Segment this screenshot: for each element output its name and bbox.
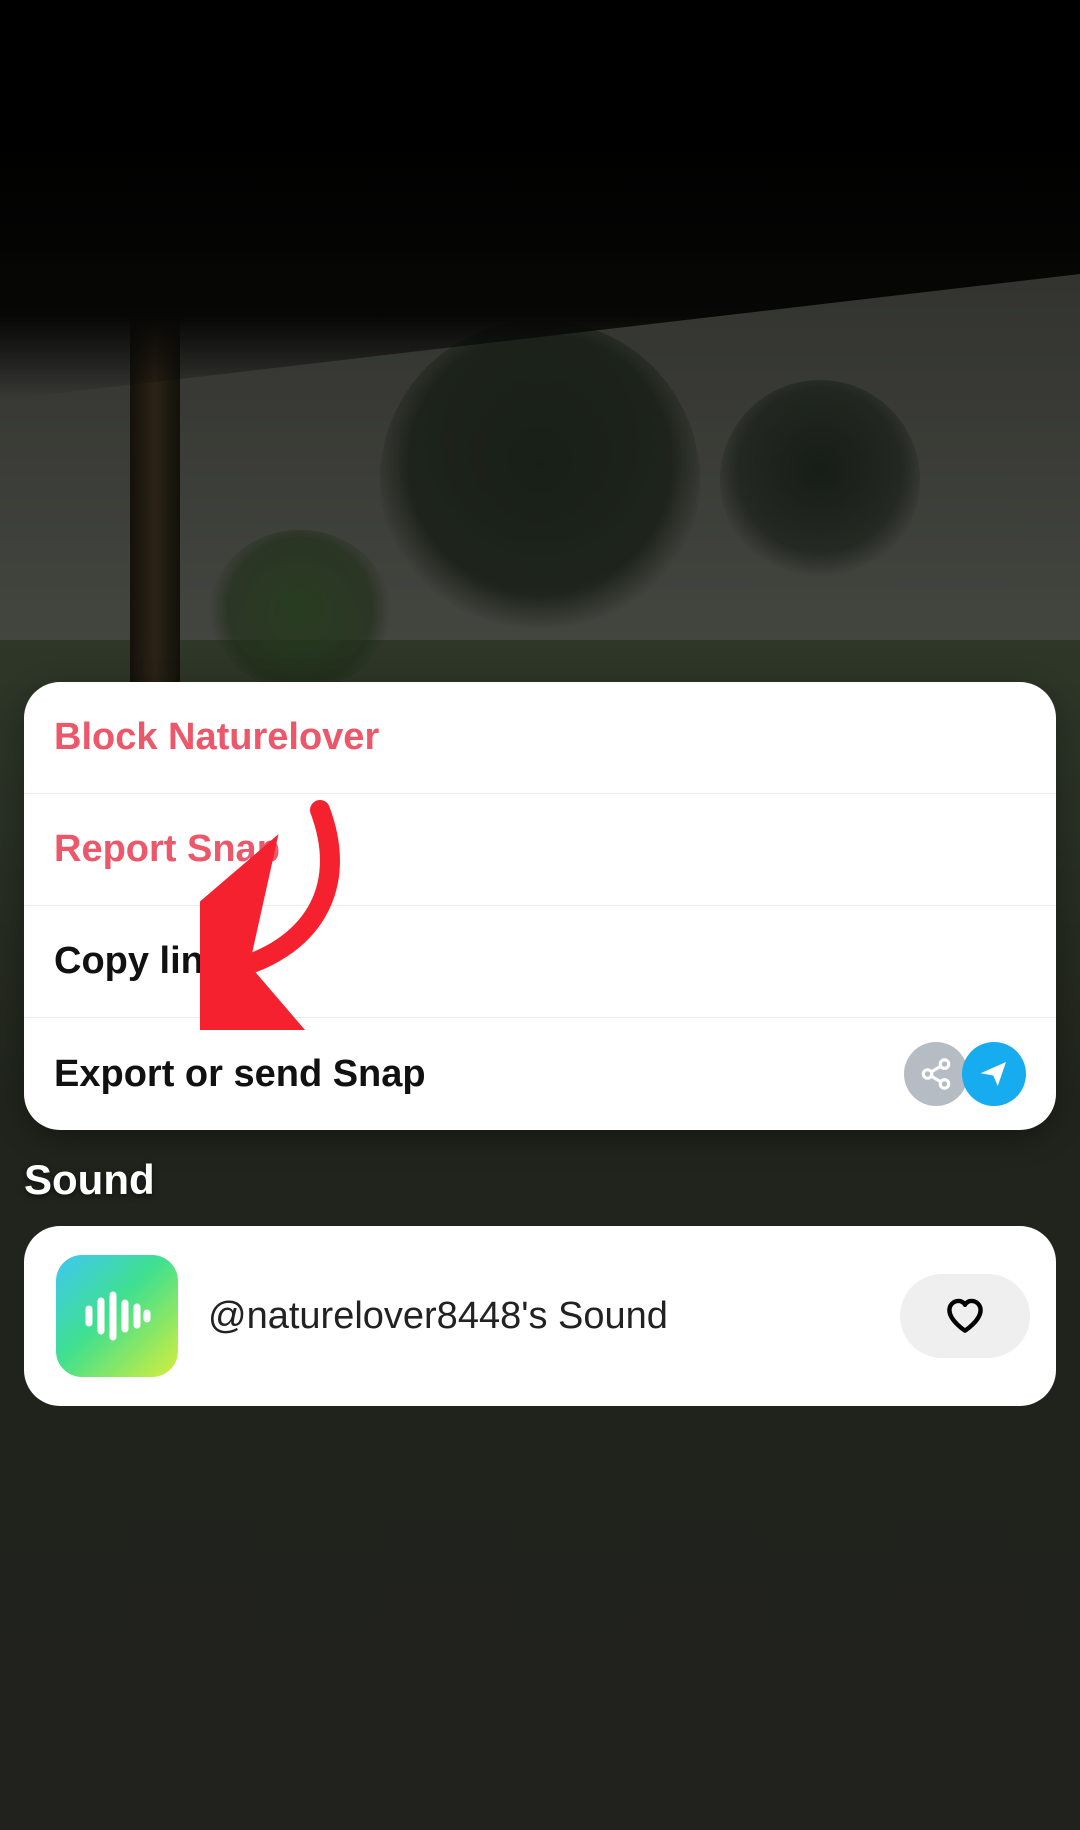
block-user-row[interactable]: Block Naturelover <box>24 682 1056 794</box>
report-snap-row[interactable]: Report Snap <box>24 794 1056 906</box>
waveform-icon <box>82 1291 152 1341</box>
favorite-sound-button[interactable] <box>900 1274 1030 1358</box>
copy-link-row[interactable]: Copy link <box>24 906 1056 1018</box>
export-send-row[interactable]: Export or send Snap <box>24 1018 1056 1130</box>
report-snap-label: Report Snap <box>54 828 280 871</box>
sound-section-title: Sound <box>24 1156 155 1204</box>
sound-thumbnail <box>56 1255 178 1377</box>
share-icon[interactable] <box>904 1042 968 1106</box>
sound-label: @naturelover8448's Sound <box>208 1295 900 1338</box>
action-sheet: Block Naturelover Report Snap Copy link … <box>24 682 1056 1130</box>
sound-card[interactable]: @naturelover8448's Sound <box>24 1226 1056 1406</box>
copy-link-label: Copy link <box>54 940 225 983</box>
heart-icon <box>943 1294 987 1338</box>
block-user-label: Block Naturelover <box>54 716 379 759</box>
send-icon[interactable] <box>962 1042 1026 1106</box>
export-send-label: Export or send Snap <box>54 1053 426 1096</box>
